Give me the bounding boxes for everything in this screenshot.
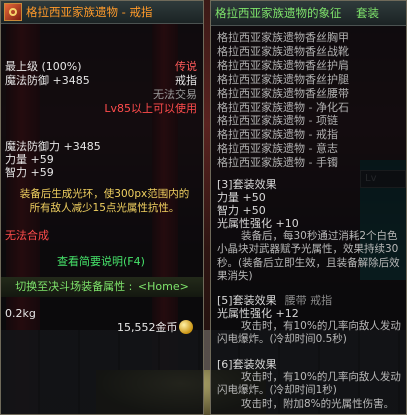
- no-synthesis-text: 无法合成: [5, 229, 49, 242]
- set-piece: 格拉西亚家族遗物香丝战靴: [217, 44, 349, 58]
- set-bonus-6-header: [6]套装效果: [217, 358, 277, 371]
- set-piece: 格拉西亚家族遗物香丝护腿: [217, 72, 349, 86]
- item-title: 格拉西亚家族遗物 - 戒指: [26, 5, 153, 19]
- set-piece: 格拉西亚家族遗物香丝胸甲: [217, 31, 349, 44]
- item-title-bar: 格拉西亚家族遗物 - 戒指: [1, 1, 203, 24]
- pvp-stats-toggle[interactable]: 切换至决斗场装备属性 : <Home>: [1, 277, 203, 297]
- set-bonus-3-light: 光属性强化 +10: [217, 217, 299, 230]
- item-slot: 戒指: [175, 74, 197, 87]
- set-tag: 套装: [356, 6, 379, 20]
- intelligence-stat: 智力 +59: [5, 166, 54, 179]
- set-title-bar: 格拉西亚家族遗物的象征 套装: [211, 1, 406, 26]
- ring-icon: [4, 3, 22, 21]
- set-bonus-5-light: 光属性强化 +12: [217, 307, 299, 320]
- item-weight: 0.2kg: [5, 307, 36, 320]
- item-description: 装备后生成光环，使300px范围内的所有敌人减少15点光属性抗性。: [19, 188, 190, 214]
- set-bonus-3: [3]套装效果 力量 +50 智力 +50 光属性强化 +10: [217, 178, 299, 230]
- level-requirement: Lv85以上可以使用: [104, 102, 197, 115]
- set-tooltip: 格拉西亚家族遗物的象征 套装 格拉西亚家族遗物香丝胸甲 格拉西亚家族遗物香丝战靴…: [210, 0, 407, 415]
- set-piece: 格拉西亚家族遗物 - 项链: [217, 114, 338, 128]
- set-bonus-3-header: [3]套装效果: [217, 178, 277, 191]
- item-price: 15,552金币: [117, 321, 178, 334]
- set-piece: 格拉西亚家族遗物 - 手镯: [217, 156, 338, 170]
- pvp-toggle-label: 切换至决斗场装备属性 :: [15, 280, 133, 293]
- item-tooltip: 格拉西亚家族遗物 - 戒指 最上级 (100%) 传说 魔法防御 +3485 戒…: [0, 0, 204, 415]
- trade-status: 无法交易: [153, 88, 197, 101]
- strength-stat: 力量 +59: [5, 153, 54, 166]
- gold-coin-icon: [179, 320, 193, 334]
- set-bonus-5: [5]套装效果 腰带 戒指 光属性强化 +12: [217, 294, 332, 320]
- set-bonus-3-str: 力量 +50: [217, 191, 266, 204]
- set-piece: 格拉西亚家族遗物 - 意志: [217, 142, 338, 156]
- set-bonus-6: [6]套装效果: [217, 358, 277, 371]
- set-bonus-5-overlay: 腰带 戒指: [284, 294, 333, 307]
- pvp-toggle-key: <Home>: [137, 280, 189, 293]
- item-grade: 最上级 (100%): [5, 60, 82, 73]
- item-rarity: 传说: [175, 60, 197, 73]
- set-piece: 格拉西亚家族遗物 - 戒指: [217, 128, 338, 142]
- view-description-link[interactable]: 查看简要说明(F4): [57, 255, 145, 268]
- set-bonus-6-text2: 攻击时，附加8%的光属性伤害。: [241, 398, 395, 410]
- set-piece: 格拉西亚家族遗物香丝腰带: [217, 86, 349, 100]
- set-title: 格拉西亚家族遗物的象征: [215, 6, 342, 20]
- magic-defense-stat: 魔法防御力 +3485: [5, 140, 101, 153]
- set-bonus-5-text: 攻击时，有10%的几率向敌人发动闪电爆炸。(冷却时间0.5秒): [217, 320, 401, 346]
- set-piece-list: 格拉西亚家族遗物香丝胸甲 格拉西亚家族遗物香丝战靴 格拉西亚家族遗物香丝护肩 格…: [217, 31, 349, 170]
- set-bonus-3-int: 智力 +50: [217, 204, 266, 217]
- set-bonus-5-header: [5]套装效果: [217, 294, 277, 307]
- magic-defense: 魔法防御 +3485: [5, 74, 90, 87]
- set-piece: 格拉西亚家族遗物香丝护肩: [217, 58, 349, 72]
- set-bonus-6-text1: 攻击时，有10%的几率向敌人发动闪电爆炸。(冷却时间1秒): [217, 371, 401, 397]
- set-piece: 格拉西亚家族遗物 - 净化石: [217, 100, 349, 114]
- set-bonus-3-text: 装备后，每30秒通过消耗2个白色小晶块对武器赋予光属性，效果持续30秒。(装备后…: [217, 230, 400, 283]
